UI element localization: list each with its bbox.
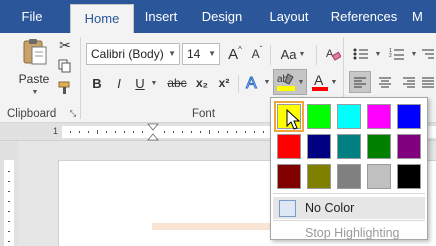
chevron-down-icon: ▼ xyxy=(263,78,271,86)
underline-button[interactable]: U xyxy=(132,73,148,93)
highlighted-text-strip xyxy=(152,223,282,230)
shrink-font-button[interactable]: Aˇ xyxy=(248,43,266,65)
tab-home[interactable]: Home xyxy=(70,4,134,33)
chevron-down-icon[interactable]: ▼ xyxy=(208,49,216,58)
align-left-icon xyxy=(354,77,366,88)
chevron-down-icon[interactable]: ▼ xyxy=(168,49,176,58)
tab-insert[interactable]: Insert xyxy=(136,0,186,33)
justify-icon xyxy=(422,77,434,88)
bullets-icon[interactable] xyxy=(350,43,372,65)
color-swatch[interactable] xyxy=(307,164,331,189)
caret-down-icon: ˇ xyxy=(259,44,263,54)
text-effects-button[interactable]: A ▼ xyxy=(242,71,272,93)
clipboard-group-label: Clipboard xyxy=(7,108,57,120)
grow-font-label: A xyxy=(228,45,239,63)
font-color-icon: A xyxy=(311,72,328,91)
stop-highlighting-option[interactable]: Stop Highlighting xyxy=(273,222,425,244)
ribbon-tab-bar: File Home Insert Design Layout Reference… xyxy=(0,0,436,33)
tab-design[interactable]: Design xyxy=(194,0,250,33)
tab-file[interactable]: File xyxy=(8,0,56,33)
multilevel-list-icon[interactable] xyxy=(420,43,436,65)
color-swatch[interactable] xyxy=(367,134,391,159)
color-swatch[interactable] xyxy=(337,134,361,159)
caret-up-icon: ^ xyxy=(238,44,242,54)
menu-divider xyxy=(273,220,425,221)
font-family-value: Calibri (Body) xyxy=(91,47,164,61)
svg-text:A: A xyxy=(314,72,324,88)
text-effects-icon: A xyxy=(245,75,257,92)
color-swatch[interactable] xyxy=(397,104,421,129)
chevron-down-icon: ▼ xyxy=(330,78,338,86)
svg-text:A: A xyxy=(326,48,334,60)
font-group-label: Font xyxy=(192,108,216,120)
group-divider xyxy=(270,45,271,65)
color-swatch[interactable] xyxy=(307,134,331,159)
chevron-down-icon: ▼ xyxy=(298,50,306,58)
highlighter-icon: ab xyxy=(276,73,295,91)
group-divider xyxy=(316,45,317,65)
numbering-dropdown-arrow[interactable]: ▼ xyxy=(408,43,418,65)
no-color-option[interactable]: No Color xyxy=(273,197,425,219)
color-swatch[interactable] xyxy=(397,164,421,189)
font-color-button[interactable]: A ▼ xyxy=(308,71,340,93)
color-swatch[interactable] xyxy=(337,164,361,189)
stop-highlighting-label: Stop Highlighting xyxy=(305,226,400,240)
clear-formatting-button[interactable]: A xyxy=(322,43,344,65)
vertical-ruler[interactable] xyxy=(0,141,18,246)
paste-label[interactable]: Paste xyxy=(14,71,54,87)
menu-divider xyxy=(273,193,425,194)
ruler-number: 1 xyxy=(53,126,59,136)
change-case-label: Aa xyxy=(280,46,297,62)
cut-icon[interactable]: ✂ xyxy=(56,36,74,54)
group-divider xyxy=(80,37,81,119)
align-right-icon xyxy=(403,77,415,88)
strikethrough-button[interactable]: abc xyxy=(164,73,190,93)
font-size-combo[interactable]: 14 ▼ xyxy=(182,43,220,65)
copy-icon[interactable] xyxy=(56,57,74,75)
color-swatch[interactable] xyxy=(397,134,421,159)
justify-button[interactable] xyxy=(420,71,436,93)
paste-dropdown-arrow[interactable]: ▼ xyxy=(26,87,42,97)
numbering-icon[interactable]: 12 xyxy=(386,43,408,65)
vertical-ruler-ticks xyxy=(4,160,14,246)
align-left-button[interactable] xyxy=(349,71,371,93)
font-size-value: 14 xyxy=(187,47,201,61)
svg-text:2: 2 xyxy=(389,53,392,59)
grow-font-button[interactable]: A ^ xyxy=(226,43,244,65)
color-swatch[interactable] xyxy=(277,164,301,189)
tab-layout[interactable]: Layout xyxy=(260,0,318,33)
no-color-swatch xyxy=(279,199,296,217)
mouse-cursor-icon xyxy=(286,109,301,130)
underline-dropdown-arrow[interactable]: ▼ xyxy=(148,73,158,93)
color-swatch[interactable] xyxy=(307,104,331,129)
text-highlight-button[interactable]: ab ▼ xyxy=(273,69,307,95)
no-color-label: No Color xyxy=(305,201,355,215)
align-center-icon xyxy=(379,77,391,88)
clipboard-icon xyxy=(23,39,47,65)
tab-mailings[interactable]: M xyxy=(412,0,436,33)
clipboard-launcher-icon[interactable]: ⤡ xyxy=(68,109,78,119)
bullets-dropdown-arrow[interactable]: ▼ xyxy=(372,43,382,65)
italic-button[interactable]: I xyxy=(110,73,128,93)
superscript-button[interactable]: x² xyxy=(214,73,234,93)
font-family-combo[interactable]: Calibri (Body) ▼ xyxy=(86,43,180,65)
format-painter-icon[interactable] xyxy=(56,79,74,97)
paste-button[interactable] xyxy=(16,37,52,67)
align-right-button[interactable] xyxy=(398,71,420,93)
align-center-button[interactable] xyxy=(374,71,396,93)
color-swatch[interactable] xyxy=(367,164,391,189)
svg-text:A: A xyxy=(246,75,257,91)
group-divider xyxy=(238,75,239,93)
color-swatch[interactable] xyxy=(337,104,361,129)
shrink-font-label: A xyxy=(251,47,260,61)
chevron-down-icon: ▼ xyxy=(297,78,305,86)
change-case-button[interactable]: Aa ▼ xyxy=(276,43,310,65)
color-swatch[interactable] xyxy=(277,134,301,159)
eraser-icon: A xyxy=(326,48,341,61)
subscript-button[interactable]: x₂ xyxy=(192,73,212,93)
color-swatch[interactable] xyxy=(367,104,391,129)
tab-references[interactable]: References xyxy=(326,0,402,33)
bold-button[interactable]: B xyxy=(88,73,106,93)
